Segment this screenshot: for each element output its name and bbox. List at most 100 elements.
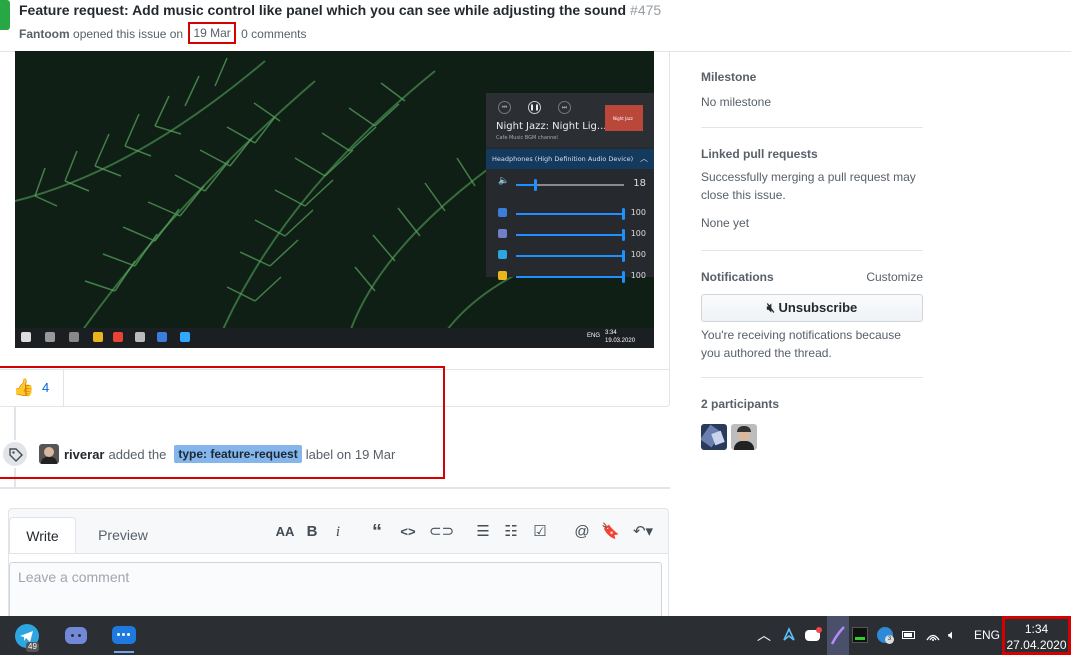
- bold-icon[interactable]: B: [305, 523, 319, 541]
- taskbar-clock[interactable]: 1:34 27.04.2020: [1002, 616, 1071, 655]
- quote-icon[interactable]: “: [369, 522, 385, 542]
- issue-date[interactable]: 19 Mar: [188, 22, 236, 44]
- comment-count: 0 comments: [241, 27, 307, 41]
- code-icon[interactable]: <>: [399, 523, 417, 541]
- mini-start-icon: [21, 332, 31, 342]
- mini-tray-time-text: 3:34: [605, 330, 617, 336]
- master-volume-value: 18: [633, 178, 646, 189]
- media-controls: ⏮ ❚❚ ⏭ Night Jazz: Night Lig... Cafe Mus…: [486, 93, 654, 147]
- customize-link[interactable]: Customize: [866, 270, 923, 284]
- reply-icon[interactable]: ↶▾: [629, 523, 657, 541]
- app-volume-fill: [516, 276, 624, 278]
- show-hidden-icons-chevron-icon[interactable]: ︿: [757, 627, 773, 643]
- app-volume-value: 100: [630, 229, 646, 238]
- issue-author-link[interactable]: Fantoom: [19, 27, 70, 41]
- app-volume-slider[interactable]: [516, 271, 625, 283]
- mention-icon[interactable]: @: [573, 523, 591, 541]
- telegram-badge: 49: [26, 642, 39, 652]
- comment-textarea[interactable]: [9, 562, 662, 622]
- linked-prs-value: None yet: [701, 216, 750, 230]
- app-volume-row: 100: [486, 204, 654, 224]
- mini-folder-icon: [93, 332, 103, 342]
- next-track-icon: ⏭: [558, 101, 571, 114]
- sidebar-divider: [701, 250, 923, 251]
- app-volume-fill: [516, 234, 624, 236]
- text-size-icon[interactable]: AA: [275, 523, 295, 541]
- mini-taskbar: ENG 3:34 19.03.2020: [15, 328, 654, 348]
- app-volume-knob[interactable]: [622, 229, 625, 241]
- master-volume-slider[interactable]: [516, 179, 624, 191]
- tab-preview[interactable]: Preview: [89, 517, 157, 554]
- active-app-indicator: [114, 651, 134, 653]
- bookmark-icon[interactable]: 🔖: [601, 523, 620, 541]
- discord-taskbar-button[interactable]: [60, 620, 92, 652]
- mini-app-icon: [135, 332, 145, 342]
- app-volume-slider[interactable]: [516, 229, 625, 241]
- riverar-avatar[interactable]: [39, 444, 59, 464]
- network-globe-tray-icon[interactable]: 3: [877, 627, 894, 644]
- song-subtitle: Cafe Music BGM channel: [496, 135, 558, 141]
- input-language-indicator[interactable]: ENG: [974, 628, 1000, 642]
- chrome-icon: [498, 271, 507, 280]
- mini-taskview-icon: [69, 332, 79, 342]
- italic-icon[interactable]: i: [331, 523, 345, 541]
- link-icon[interactable]: ⊂⊃: [429, 523, 454, 541]
- app-volume-slider[interactable]: [516, 208, 625, 220]
- app-volume-knob[interactable]: [622, 250, 625, 262]
- numbered-list-icon[interactable]: ☷: [503, 523, 519, 541]
- app-volume-knob[interactable]: [622, 208, 625, 220]
- participant-avatar-riverar[interactable]: [731, 424, 757, 450]
- clock-time: 1:34: [1024, 622, 1049, 636]
- app-volume-knob[interactable]: [622, 271, 625, 283]
- milestone-heading[interactable]: Milestone: [701, 70, 923, 84]
- timeline-divider: [0, 487, 670, 489]
- task-list-icon[interactable]: ☑: [531, 523, 549, 541]
- bullet-list-icon[interactable]: ☰: [475, 523, 491, 541]
- previous-track-icon: ⏮: [498, 101, 511, 114]
- app-volume-value: 100: [630, 271, 646, 280]
- participants-avatars: [701, 424, 923, 450]
- sidebar-divider: [701, 127, 923, 128]
- clock-date: 27.04.2020: [1006, 638, 1067, 652]
- linked-prs-heading[interactable]: Linked pull requests: [701, 147, 923, 161]
- discord-icon: [65, 627, 87, 644]
- pause-icon: ❚❚: [528, 101, 541, 114]
- sidebar-divider: [701, 377, 923, 378]
- bluetooth-like-tray-icon[interactable]: [781, 627, 797, 643]
- opened-text: opened this issue on: [73, 27, 184, 41]
- participants-heading: 2 participants: [701, 397, 780, 411]
- issue-number: #475: [630, 2, 662, 18]
- discord-tray-icon[interactable]: [805, 627, 822, 643]
- issue-title: Feature request: Add music control like …: [19, 2, 661, 18]
- monitor-tray-icon[interactable]: [852, 627, 868, 643]
- app-volume-slider[interactable]: [516, 250, 625, 262]
- volume-tray-icon[interactable]: 🔈︎: [948, 627, 964, 643]
- mini-photoshop-icon: [180, 332, 190, 342]
- unsubscribe-label: Unsubscribe: [778, 300, 858, 315]
- label-event-badge: [1, 440, 29, 468]
- battery-tray-icon[interactable]: [901, 627, 917, 643]
- event-suffix-text: label on 19 Mar: [305, 446, 396, 462]
- master-volume-knob[interactable]: [534, 179, 538, 191]
- telegram-icon: [498, 250, 507, 259]
- linked-prs-section: Linked pull requests Successfully mergin…: [701, 147, 923, 232]
- event-user-link[interactable]: riverar: [64, 447, 104, 462]
- chat-app-taskbar-button[interactable]: [108, 620, 140, 653]
- milestone-value: No milestone: [701, 95, 772, 109]
- tab-write[interactable]: Write: [9, 517, 76, 554]
- wifi-tray-icon[interactable]: [925, 627, 941, 643]
- issue-title-text: Feature request: Add music control like …: [19, 2, 627, 18]
- mini-chrome-icon: [113, 332, 123, 342]
- discord-icon: [498, 229, 507, 238]
- participant-avatar-fantoom[interactable]: [701, 424, 727, 450]
- thumbs-up-reaction-button[interactable]: 👍 4: [0, 370, 64, 407]
- app-volume-value: 100: [630, 250, 646, 259]
- feature-request-label[interactable]: type: feature-request: [174, 445, 302, 463]
- label-added-event: riverar added the type: feature-request …: [39, 444, 395, 464]
- feather-tray-icon[interactable]: [827, 616, 849, 655]
- issue-meta: Fantoom opened this issue on 19 Mar 0 co…: [19, 22, 307, 45]
- telegram-taskbar-button[interactable]: 49: [12, 620, 44, 652]
- unsubscribe-button[interactable]: 🔇︎ Unsubscribe: [701, 294, 923, 322]
- app-volume-row: 100: [486, 225, 654, 245]
- participants-section: 2 participants: [701, 397, 923, 411]
